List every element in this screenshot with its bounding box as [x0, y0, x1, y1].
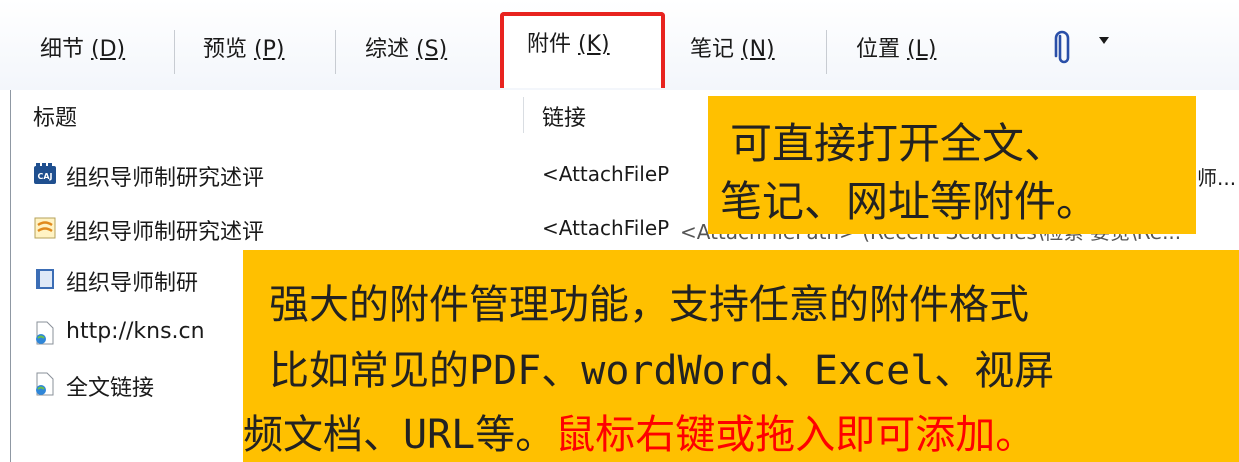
notebook-file-icon — [36, 269, 54, 289]
callout-text-prefix: 频文档、URL等。 — [243, 412, 556, 458]
callout-text: 笔记、网址等附件。 — [720, 177, 1099, 226]
tab-notes[interactable]: 笔记 (N) — [690, 0, 775, 90]
paperclip-icon[interactable] — [1054, 30, 1074, 66]
tab-notes-key: (N) — [741, 37, 775, 62]
tab-location-key: (L) — [907, 37, 937, 62]
row-link[interactable]: <AttachFileP — [542, 216, 669, 240]
column-header-title[interactable]: 标题 — [33, 100, 77, 132]
column-divider[interactable] — [523, 97, 524, 133]
callout-attachment-management: 强大的附件管理功能，支持任意的附件格式 比如常见的PDF、wordWord、Ex… — [243, 250, 1239, 462]
column-header-link[interactable]: 链接 — [542, 100, 586, 132]
callout-text: 比如常见的PDF、wordWord、Excel、视屏 — [269, 348, 1055, 394]
tab-notes-label: 笔记 — [690, 37, 735, 62]
tab-details-label: 细节 — [40, 37, 85, 62]
web-link-icon — [36, 372, 54, 396]
tab-review[interactable]: 综述 (S) — [365, 0, 447, 90]
callout-attachments-open: 可直接打开全文、 笔记、网址等附件。 — [708, 96, 1196, 234]
table-left-border — [10, 90, 11, 462]
row-title[interactable]: 全文链接 — [66, 370, 154, 402]
row-title[interactable]: http://kns.cn — [66, 319, 205, 344]
tab-preview-label: 预览 — [203, 37, 248, 62]
callout-text: 频文档、URL等。鼠标右键或拖入即可添加。 — [243, 402, 1035, 460]
tab-separator — [826, 30, 827, 74]
attachment-panel: 细节 (D) 预览 (P) 综述 (S) 附件 (K) 笔记 (N) 位置 (L… — [0, 0, 1239, 462]
tab-review-key: (S) — [416, 37, 448, 62]
callout-text: 强大的附件管理功能，支持任意的附件格式 — [269, 282, 1029, 328]
tab-bar: 细节 (D) 预览 (P) 综述 (S) 附件 (K) 笔记 (N) 位置 (L… — [0, 0, 1239, 91]
tab-attachments-label: 附件 — [527, 32, 572, 57]
callout-text-emphasis: 鼠标右键或拖入即可添加。 — [555, 412, 1036, 458]
row-title[interactable]: 组织导师制研 — [66, 265, 198, 297]
caj-file-icon: CAJ — [34, 163, 56, 184]
chevron-down-icon[interactable] — [1099, 37, 1109, 44]
row-title[interactable]: 组织导师制研究述评 — [66, 160, 264, 192]
svg-text:CAJ: CAJ — [37, 172, 52, 181]
callout-text: 可直接打开全文、 — [730, 119, 1067, 168]
note-file-icon — [34, 217, 56, 239]
row-link[interactable]: <AttachFileP — [542, 162, 669, 186]
tab-preview-key: (P) — [254, 37, 285, 62]
tab-location[interactable]: 位置 (L) — [856, 0, 936, 90]
web-link-icon — [36, 321, 54, 345]
row-link-tail: 师... — [1197, 166, 1237, 190]
tab-attachments-key: (K) — [578, 32, 610, 57]
tab-separator — [335, 30, 336, 74]
tab-attachments[interactable]: 附件 (K) — [527, 0, 610, 90]
row-title[interactable]: 组织导师制研究述评 — [66, 214, 264, 246]
tab-details[interactable]: 细节 (D) — [40, 0, 125, 90]
tab-separator — [174, 30, 175, 74]
tab-preview[interactable]: 预览 (P) — [203, 0, 284, 90]
tab-review-label: 综述 — [365, 37, 410, 62]
tab-details-key: (D) — [91, 37, 126, 62]
tab-location-label: 位置 — [856, 37, 901, 62]
